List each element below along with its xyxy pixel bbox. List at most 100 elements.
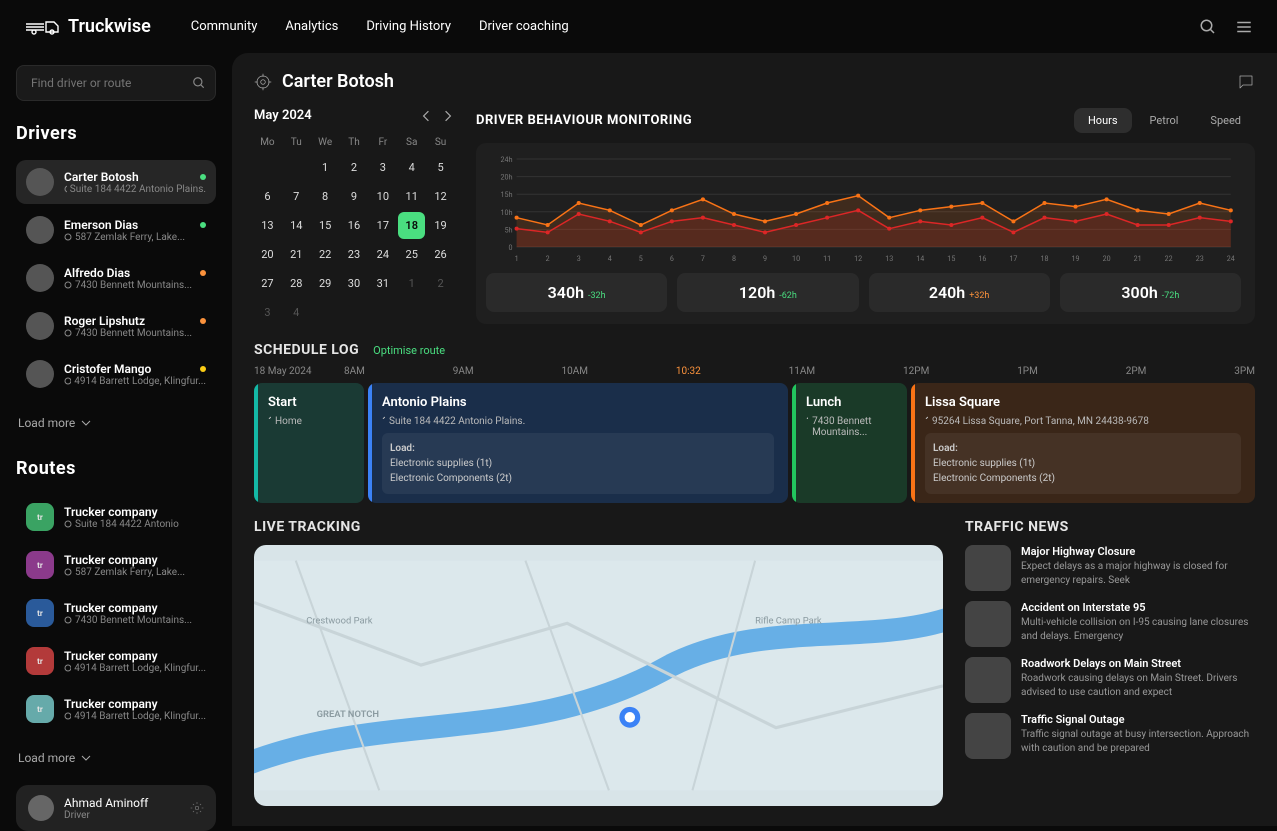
block-antonio-plains[interactable]: Antonio Plains Suite 184 4422 Antonio Pl… [368,383,788,503]
status-dot [200,174,206,180]
calendar-day[interactable]: 7 [283,183,310,210]
svg-text:10h: 10h [501,208,513,217]
news-item[interactable]: Roadwork Delays on Main StreetRoadwork c… [965,657,1255,703]
stat-card: 340h-32h [486,273,667,312]
load-more-routes[interactable]: Load more [16,745,216,771]
calendar-day[interactable]: 13 [254,212,281,239]
tab-hours[interactable]: Hours [1074,108,1132,133]
calendar-day[interactable]: 14 [283,212,310,239]
chevron-down-icon [81,753,91,763]
search-input[interactable] [16,65,216,101]
load-more-drivers[interactable]: Load more [16,410,216,436]
stat-card: 240h+32h [869,273,1050,312]
nav-driver-coaching[interactable]: Driver coaching [479,19,569,34]
nav-community[interactable]: Community [191,19,258,34]
calendar-day[interactable]: 11 [398,183,425,210]
pin-icon [64,329,72,337]
pin-icon [64,233,72,241]
svg-text:2: 2 [546,254,550,263]
calendar-day[interactable]: 27 [254,270,281,297]
calendar-day[interactable]: 9 [341,183,368,210]
calendar-day[interactable]: 10 [369,183,396,210]
route-logo: tr [26,503,54,531]
route-item[interactable]: trTrucker company4914 Barrett Lodge, Kli… [16,687,216,731]
gear-icon[interactable] [190,801,204,815]
calendar-day[interactable]: 24 [369,241,396,268]
svg-text:1: 1 [515,254,519,263]
calendar-day[interactable]: 31 [369,270,396,297]
avatar [26,360,54,388]
calendar-day[interactable]: 4 [398,154,425,181]
calendar-day[interactable]: 25 [398,241,425,268]
route-item[interactable]: trTrucker companySuite 184 4422 Antonio [16,495,216,539]
calendar-day[interactable]: 17 [369,212,396,239]
calendar-day[interactable]: 19 [427,212,454,239]
calendar-day[interactable]: 4 [283,299,310,326]
driver-item[interactable]: Emerson Dias587 Zemlak Ferry, Lake... [16,208,216,252]
calendar-day[interactable]: 22 [312,241,339,268]
calendar-day[interactable]: 2 [341,154,368,181]
route-logo: tr [26,551,54,579]
calendar-day[interactable]: 30 [341,270,368,297]
hours-chart: 24h20h15h10h5h01234567891011121314151617… [486,155,1241,265]
calendar-day[interactable]: 28 [283,270,310,297]
calendar-day[interactable]: 1 [398,270,425,297]
calendar-day[interactable]: 6 [254,183,281,210]
topbar: Truckwise Community Analytics Driving Hi… [0,0,1277,53]
prev-month[interactable] [420,110,432,122]
schedule-date: 18 May 2024 [254,366,344,377]
calendar-day[interactable]: 20 [254,241,281,268]
pin-icon [64,712,71,720]
driver-item[interactable]: Alfredo Dias7430 Bennett Mountains... [16,256,216,300]
route-item[interactable]: trTrucker company7430 Bennett Mountains.… [16,591,216,635]
pin-icon [64,664,71,672]
calendar-day[interactable]: 21 [283,241,310,268]
route-item[interactable]: trTrucker company587 Zemlak Ferry, Lake.… [16,543,216,587]
calendar-day[interactable]: 18 [398,212,425,239]
nav-analytics[interactable]: Analytics [285,19,338,34]
nav-driving-history[interactable]: Driving History [366,19,451,34]
menu-icon[interactable] [1235,18,1253,36]
block-lunch[interactable]: Lunch 7430 Bennett Mountains... [792,383,907,503]
calendar-day[interactable]: 23 [341,241,368,268]
search-icon[interactable] [192,76,206,90]
driver-item[interactable]: Cristofer Mango4914 Barrett Lodge, Kling… [16,352,216,396]
svg-text:5: 5 [639,254,643,263]
calendar-day[interactable]: 15 [312,212,339,239]
target-icon [254,73,272,91]
driver-item[interactable]: Roger Lipshutz7430 Bennett Mountains... [16,304,216,348]
driver-item[interactable]: Carter BotoshSuite 184 4422 Antonio Plai… [16,160,216,204]
svg-text:4: 4 [608,254,612,263]
news-item[interactable]: Accident on Interstate 95Multi-vehicle c… [965,601,1255,647]
avatar [26,312,54,340]
calendar-day[interactable]: 3 [254,299,281,326]
search-icon[interactable] [1199,18,1217,36]
svg-text:11: 11 [823,254,831,263]
calendar-day[interactable]: 2 [427,270,454,297]
news-item[interactable]: Traffic Signal OutageTraffic signal outa… [965,713,1255,759]
calendar-day[interactable]: 16 [341,212,368,239]
news-item[interactable]: Major Highway ClosureExpect delays as a … [965,545,1255,591]
news-title: TRAFFIC NEWS [965,519,1255,535]
calendar-day[interactable]: 5 [427,154,454,181]
svg-text:22: 22 [1165,254,1173,263]
svg-text:15: 15 [947,254,955,263]
chat-icon[interactable] [1237,73,1255,91]
pin-icon [806,416,808,419]
tab-speed[interactable]: Speed [1196,108,1255,133]
map[interactable]: Crestwood Park GREAT NOTCH Rifle Camp Pa… [254,545,943,806]
route-item[interactable]: trTrucker company4914 Barrett Lodge, Kli… [16,639,216,683]
calendar-day[interactable]: 8 [312,183,339,210]
calendar-day[interactable]: 1 [312,154,339,181]
block-start[interactable]: Start Home [254,383,364,503]
calendar-day[interactable]: 26 [427,241,454,268]
calendar-day[interactable]: 3 [369,154,396,181]
tab-petrol[interactable]: Petrol [1136,108,1193,133]
tracking-title: LIVE TRACKING [254,519,943,535]
block-lissa-square[interactable]: Lissa Square 95264 Lissa Square, Port Ta… [911,383,1255,503]
calendar-day[interactable]: 29 [312,270,339,297]
optimise-route-link[interactable]: Optimise route [373,344,445,357]
calendar-day[interactable]: 12 [427,183,454,210]
next-month[interactable] [442,110,454,122]
svg-text:20: 20 [1103,254,1111,263]
